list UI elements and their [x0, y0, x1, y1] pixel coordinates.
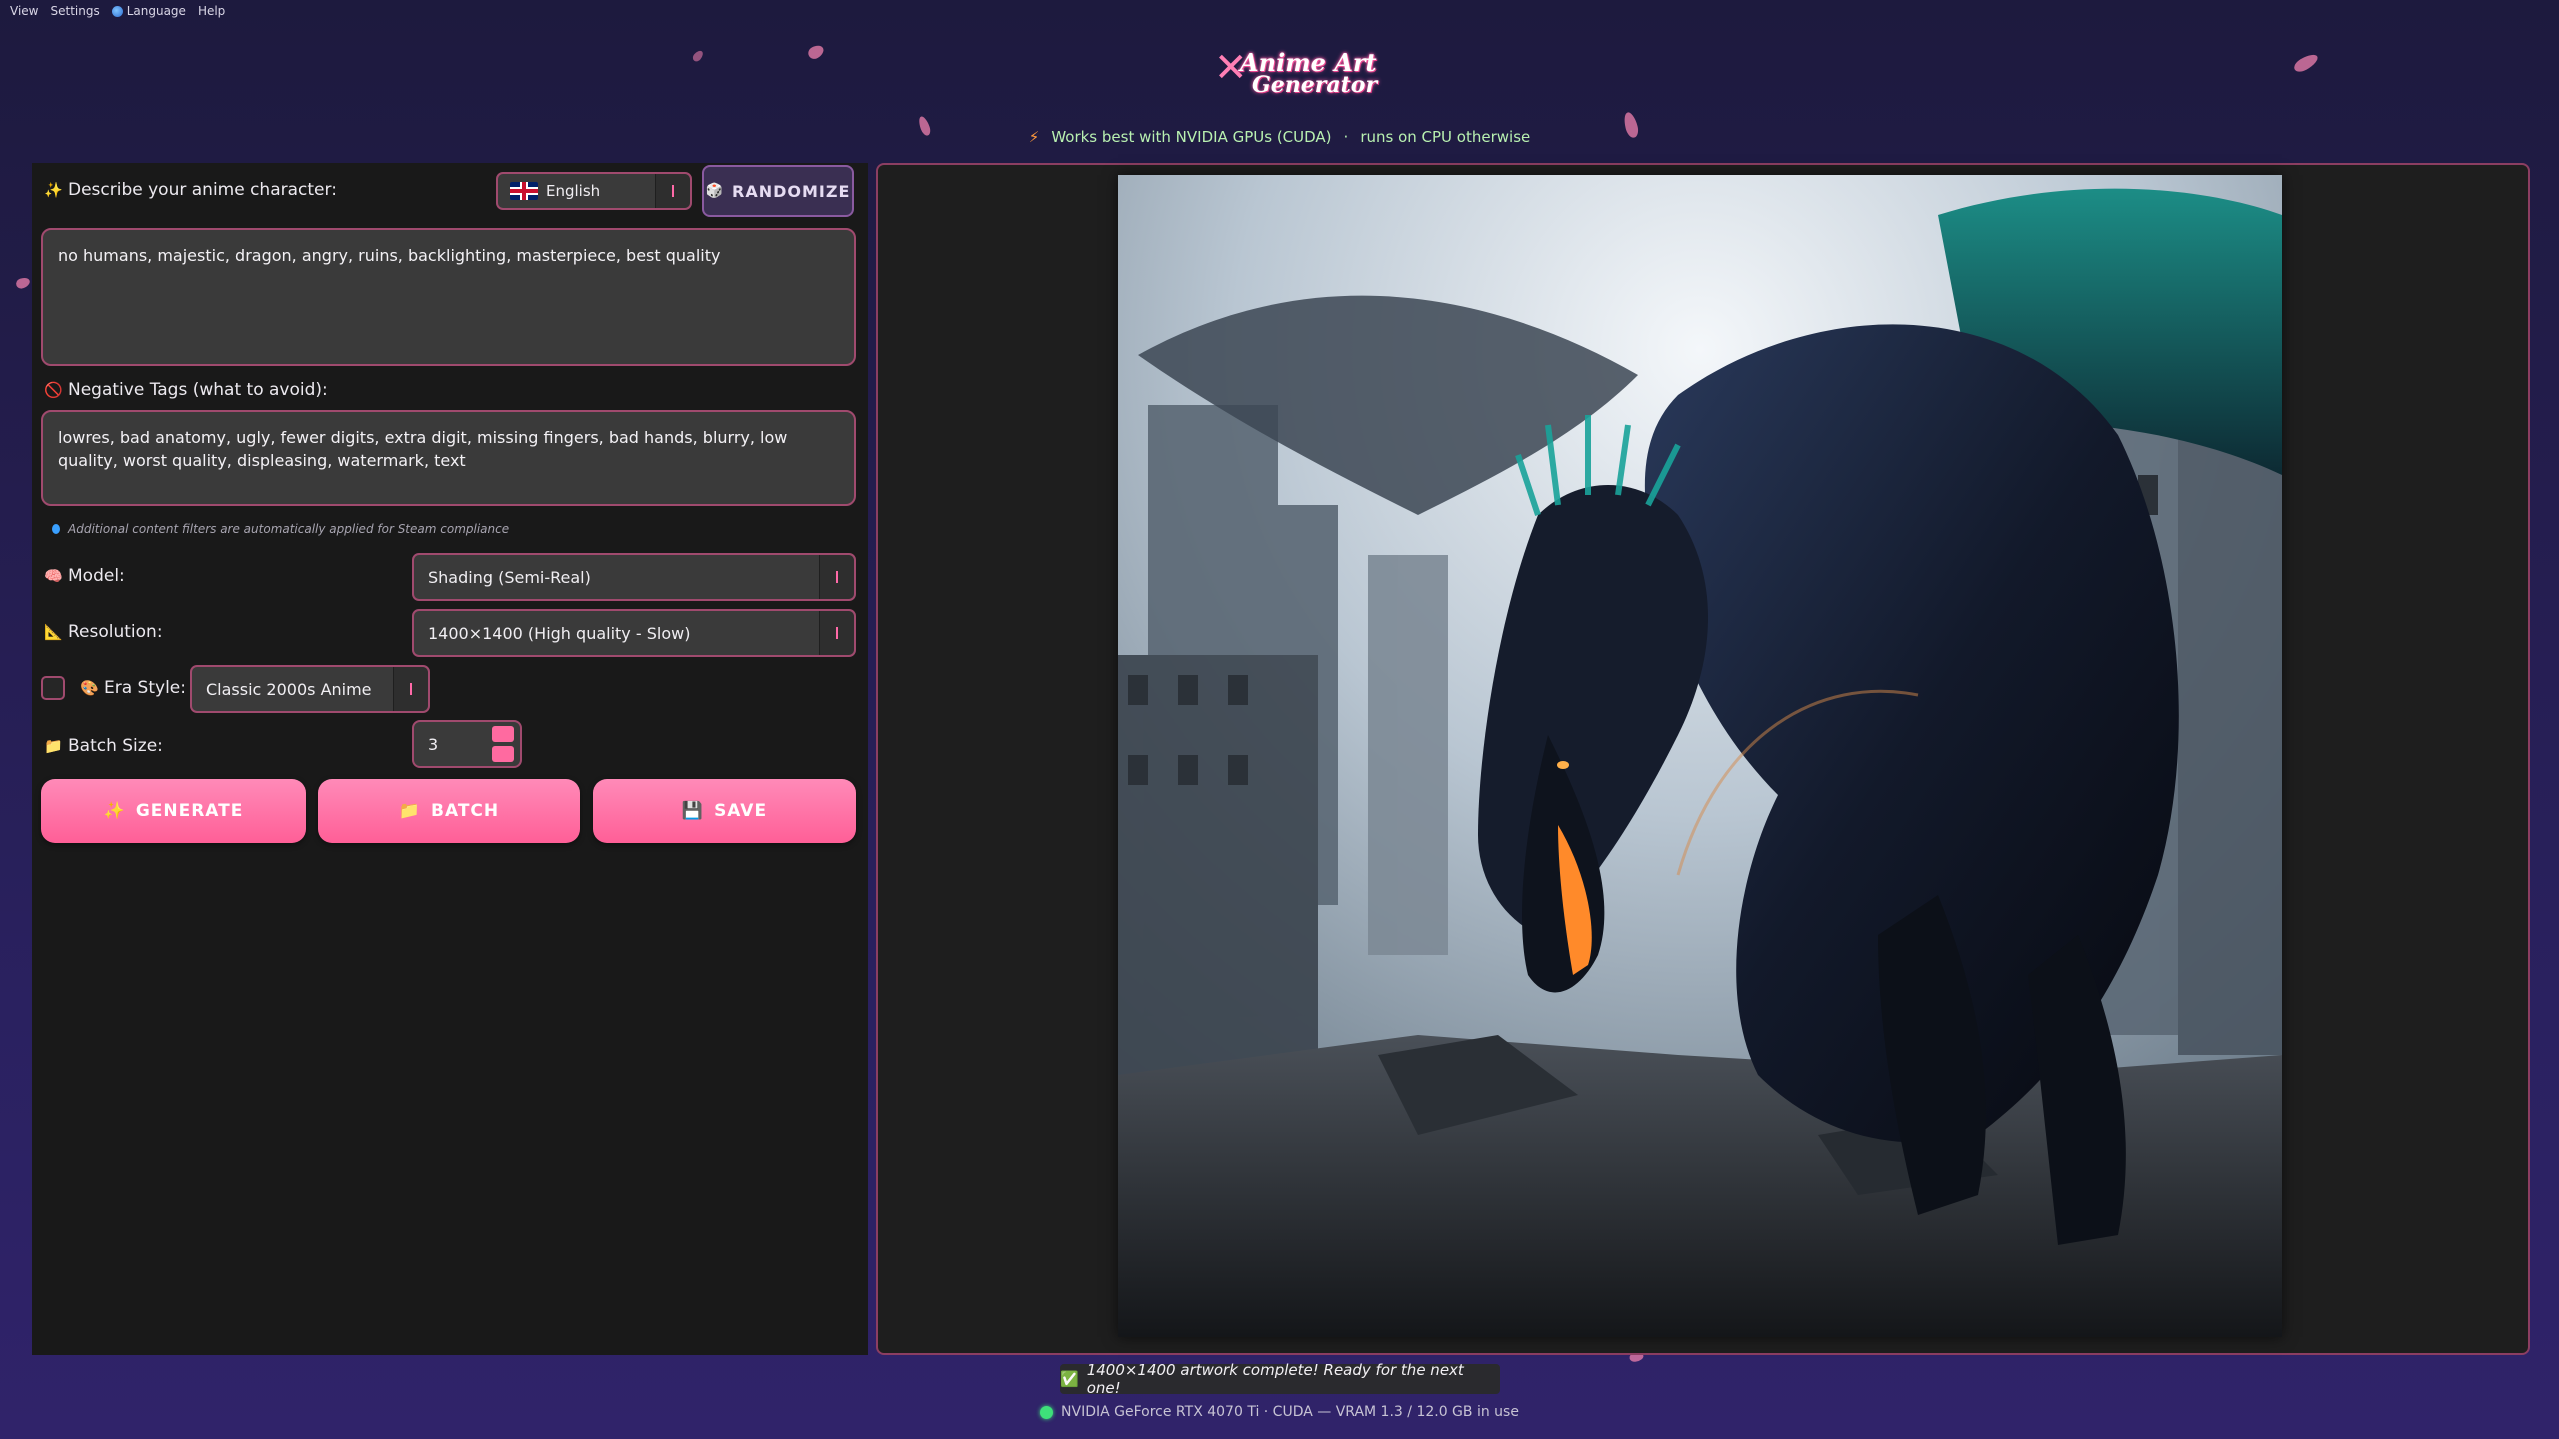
menu-view[interactable]: View [6, 4, 46, 18]
logo-title-line2: Generator [1252, 72, 1378, 98]
dragon-artwork-image [1118, 175, 2282, 1337]
randomize-label: RANDOMIZE [732, 181, 851, 201]
generated-artwork[interactable] [1118, 175, 2282, 1337]
resolution-label: 📐 Resolution: [44, 622, 163, 642]
gpu-status-text: NVIDIA GeForce RTX 4070 Ti · CUDA — VRAM… [1061, 1404, 1519, 1420]
floppy-icon: 💾 [681, 801, 705, 821]
era-style-select[interactable]: Classic 2000s Anime [190, 665, 430, 713]
folder-icon: 📁 [398, 801, 422, 821]
petal-decoration [14, 275, 32, 291]
filter-note-text: Additional content filters are automatic… [68, 522, 510, 536]
chevron-down-icon [819, 555, 854, 599]
folder-icon: 📁 [44, 737, 63, 755]
checkmark-icon: ✅ [1060, 1370, 1079, 1388]
negative-input[interactable]: lowres, bad anatomy, ugly, fewer digits,… [41, 410, 856, 506]
status-text: 1400×1400 artwork complete! Ready for th… [1086, 1361, 1464, 1397]
uk-flag-icon [510, 182, 538, 200]
prompt-input[interactable]: no humans, majestic, dragon, angry, ruin… [41, 228, 856, 366]
randomize-button[interactable]: 🎲 RANDOMIZE [702, 165, 854, 217]
status-led-icon [1040, 1405, 1054, 1419]
menu-help[interactable]: Help [194, 4, 233, 18]
globe-icon [111, 5, 123, 17]
menu-view-label: View [10, 4, 39, 18]
negative-label: 🚫 Negative Tags (what to avoid): [44, 380, 328, 400]
menu-settings-label: Settings [50, 4, 100, 18]
brain-icon: 🧠 [44, 567, 63, 585]
batch-button-label: BATCH [431, 801, 500, 821]
resolution-label-text: Resolution: [68, 622, 163, 642]
batch-button[interactable]: 📁 BATCH [318, 779, 580, 843]
prohibited-icon: 🚫 [44, 381, 63, 399]
increment-button[interactable] [492, 726, 514, 742]
ruler-icon: 📐 [44, 623, 63, 641]
menu-settings[interactable]: Settings [46, 4, 107, 18]
prompt-input-text: no humans, majestic, dragon, angry, ruin… [58, 246, 721, 265]
gpu-note-text: Works best with NVIDIA GPUs (CUDA) [1051, 128, 1332, 146]
menu-help-label: Help [197, 4, 226, 18]
model-label-text: Model: [68, 566, 125, 586]
separator-dot: · [1343, 128, 1349, 146]
palette-icon: 🎨 [80, 679, 99, 697]
generate-button[interactable]: ✨ GENERATE [41, 779, 306, 843]
model-value: Shading (Semi-Real) [428, 567, 591, 587]
prompt-label-text: Describe your anime character: [68, 180, 337, 200]
batch-label: 📁 Batch Size: [44, 736, 163, 756]
model-select[interactable]: Shading (Semi-Real) [412, 553, 856, 601]
preview-panel [876, 163, 2530, 1355]
language-select[interactable]: English [496, 172, 692, 210]
status-message: ✅ 1400×1400 artwork complete! Ready for … [1060, 1361, 1500, 1397]
language-value: English [546, 182, 601, 200]
era-style-checkbox[interactable] [41, 676, 65, 700]
app-logo: ✕ Anime Art Generator [1210, 42, 1377, 102]
chevron-down-icon [393, 667, 428, 711]
batch-label-text: Batch Size: [68, 736, 163, 756]
menu-bar: View Settings Language Help [0, 0, 233, 22]
menu-language-label: Language [126, 4, 186, 18]
prompt-label: ✨ Describe your anime character: [44, 180, 337, 200]
batch-size-stepper[interactable]: 3 [412, 720, 522, 768]
dice-icon: 🎲 [705, 183, 725, 199]
model-label: 🧠 Model: [44, 566, 125, 586]
sparkle-icon: ✨ [103, 801, 126, 821]
chevron-down-icon [655, 174, 690, 208]
gpu-note: ⚡ Works best with NVIDIA GPUs (CUDA) · runs… [0, 128, 2559, 146]
sparkle-icon: ✨ [44, 181, 63, 199]
petal-decoration [2291, 51, 2321, 75]
era-value: Classic 2000s Anime [206, 679, 372, 699]
gpu-note-cpu: runs on CPU otherwise [1360, 128, 1531, 146]
era-label: 🎨 Era Style: [80, 678, 186, 698]
chevron-down-icon [819, 611, 854, 655]
menu-language[interactable]: Language [108, 4, 194, 18]
resolution-select[interactable]: 1400×1400 (High quality - Slow) [412, 609, 856, 657]
save-button[interactable]: 💾 SAVE [593, 779, 856, 843]
gpu-status-bar: NVIDIA GeForce RTX 4070 Ti · CUDA — VRAM… [0, 1404, 2559, 1420]
generate-label: GENERATE [135, 801, 244, 821]
save-label: SAVE [714, 801, 768, 821]
filter-note: Additional content filters are automatic… [52, 522, 509, 536]
negative-input-text: lowres, bad anatomy, ugly, fewer digits,… [58, 428, 788, 470]
info-drop-icon [52, 524, 60, 534]
batch-size-value: 3 [428, 734, 439, 754]
resolution-value: 1400×1400 (High quality - Slow) [428, 623, 691, 643]
petal-decoration [806, 42, 826, 62]
petal-decoration [691, 48, 705, 64]
era-label-text: Era Style: [104, 678, 186, 698]
decrement-button[interactable] [492, 746, 514, 762]
negative-label-text: Negative Tags (what to avoid): [68, 380, 328, 400]
stepper-arrows[interactable] [492, 726, 514, 762]
bolt-icon: ⚡ [1028, 128, 1040, 146]
